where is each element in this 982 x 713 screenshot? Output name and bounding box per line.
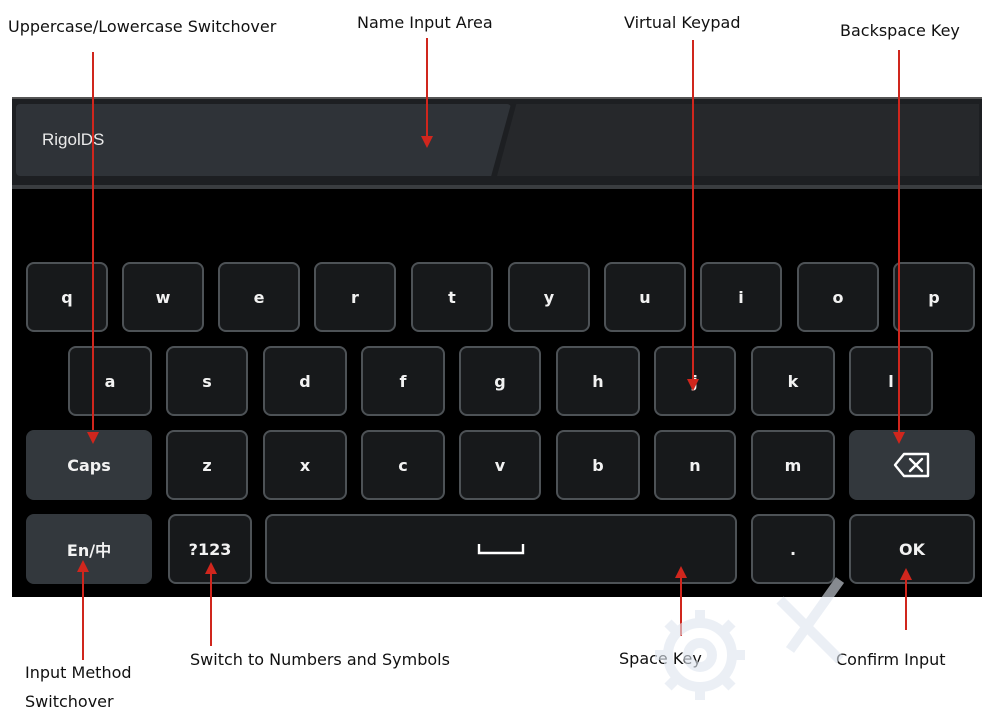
name-input-value: RigolDS xyxy=(42,130,105,149)
key-e[interactable]: e xyxy=(218,262,300,332)
backspace-icon xyxy=(893,452,930,478)
key-p[interactable]: p xyxy=(893,262,975,332)
key-d[interactable]: d xyxy=(263,346,347,416)
key-y[interactable]: y xyxy=(508,262,590,332)
callout-case-switch: Uppercase/Lowercase Switchover xyxy=(8,17,277,36)
numbers-arrow-line xyxy=(210,574,212,646)
keypad-arrow-head xyxy=(687,379,699,391)
key-t[interactable]: t xyxy=(411,262,493,332)
confirm-arrow-line xyxy=(905,580,907,630)
confirm-arrow-head xyxy=(900,568,912,580)
callout-backspace: Backspace Key xyxy=(840,21,960,40)
callout-input-method-line2: Switchover xyxy=(25,692,114,711)
keypad-arrow-line xyxy=(692,40,694,380)
input-method-arrow-line xyxy=(82,572,84,660)
key-v[interactable]: v xyxy=(459,430,541,500)
key-w[interactable]: w xyxy=(122,262,204,332)
key-c[interactable]: c xyxy=(361,430,445,500)
watermark-gear-icon xyxy=(655,577,845,700)
key-r[interactable]: r xyxy=(314,262,396,332)
callout-virtual-keypad: Virtual Keypad xyxy=(624,13,741,32)
divider xyxy=(12,185,982,189)
key-s[interactable]: s xyxy=(166,346,248,416)
name-arrow-head xyxy=(421,136,433,148)
callout-input-method-line1: Input Method xyxy=(25,663,132,682)
key-k[interactable]: k xyxy=(751,346,835,416)
callout-numbers-symbols: Switch to Numbers and Symbols xyxy=(190,650,450,669)
key-g[interactable]: g xyxy=(459,346,541,416)
key-l[interactable]: l xyxy=(849,346,933,416)
key-n[interactable]: n xyxy=(654,430,736,500)
case-arrow-line xyxy=(92,52,94,430)
case-arrow-head xyxy=(87,432,99,444)
input-method-arrow-head xyxy=(77,560,89,572)
input-method-button[interactable]: En/中 xyxy=(26,514,152,584)
key-x[interactable]: x xyxy=(263,430,347,500)
key-z[interactable]: z xyxy=(166,430,248,500)
space-bar-icon xyxy=(477,544,525,555)
key-f[interactable]: f xyxy=(361,346,445,416)
key-q[interactable]: q xyxy=(26,262,108,332)
key-o[interactable]: o xyxy=(797,262,879,332)
name-input-extension xyxy=(497,104,979,176)
key-b[interactable]: b xyxy=(556,430,640,500)
backspace-arrow-line xyxy=(898,50,900,433)
backspace-arrow-head xyxy=(893,432,905,444)
callout-name-input: Name Input Area xyxy=(357,13,493,32)
key-i[interactable]: i xyxy=(700,262,782,332)
key-m[interactable]: m xyxy=(751,430,835,500)
numbers-arrow-head xyxy=(205,562,217,574)
key-u[interactable]: u xyxy=(604,262,686,332)
key-h[interactable]: h xyxy=(556,346,640,416)
backspace-button[interactable] xyxy=(849,430,975,500)
name-arrow-line xyxy=(426,38,428,136)
key-a[interactable]: a xyxy=(68,346,152,416)
